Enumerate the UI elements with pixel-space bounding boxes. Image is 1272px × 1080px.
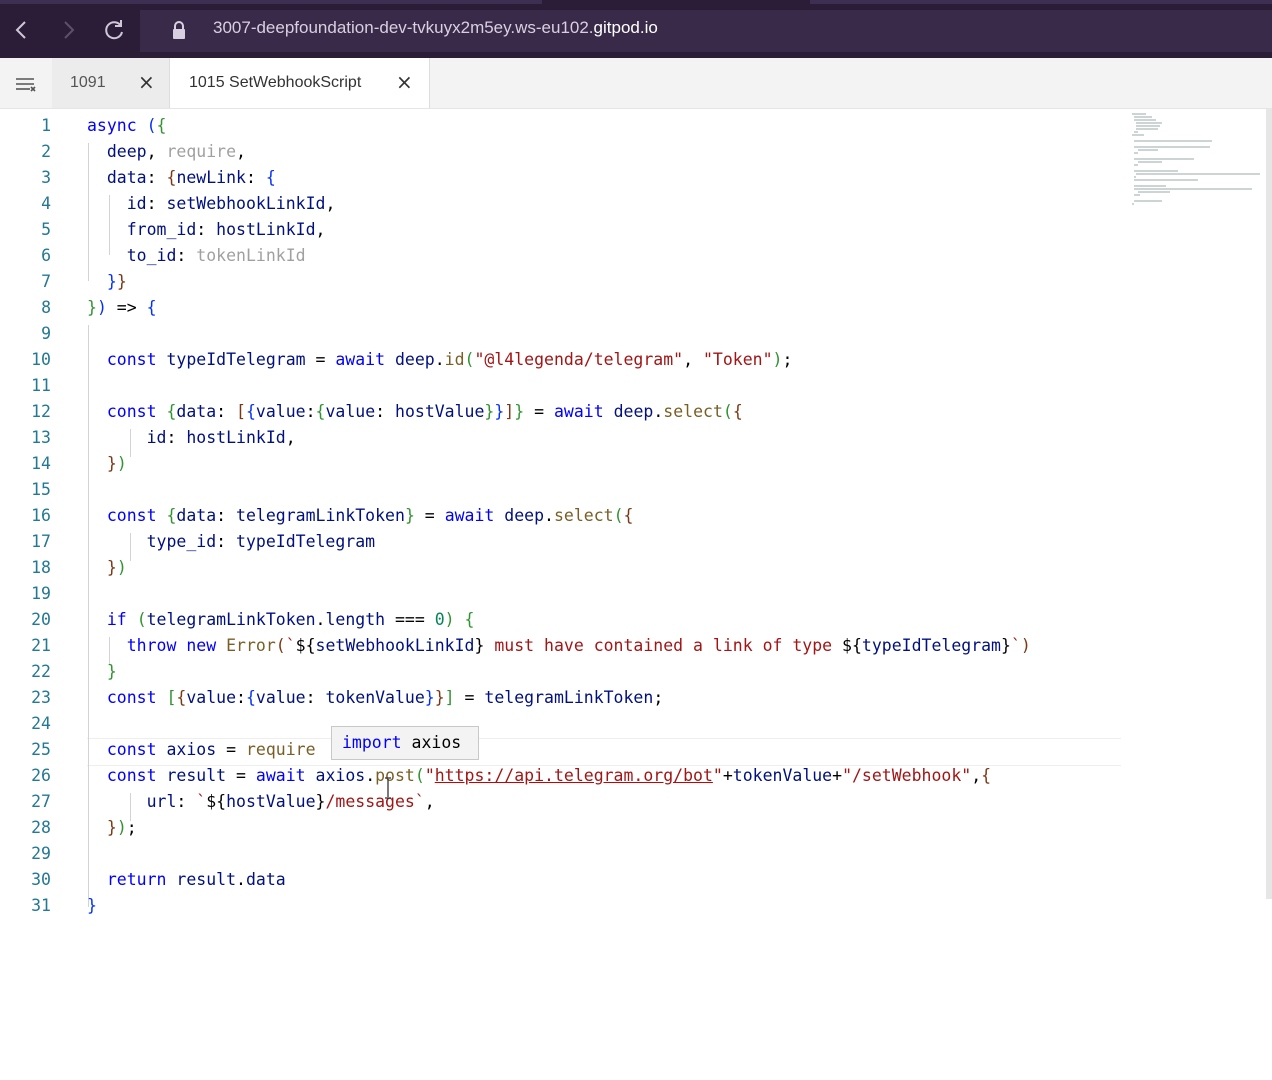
line-number: 16: [31, 506, 51, 525]
lock-icon[interactable]: [172, 21, 186, 39]
code-line: }}: [106, 272, 127, 291]
back-icon[interactable]: [8, 16, 36, 44]
line-number: 31: [31, 896, 51, 915]
line-number: 27: [31, 792, 51, 811]
line-number: 4: [41, 194, 51, 213]
line-number: 10: [31, 350, 51, 369]
code-editor[interactable]: 1 2 3 4 5 6 7 8 9 10 11 12 13 14 15 16 17 18 19 20 21 22 23 24 2…: [0, 109, 1272, 1080]
code-line: }): [106, 454, 127, 473]
line-number: 5: [41, 220, 51, 239]
browser-tab-strip: [810, 0, 1272, 4]
editor-tab-bar: 1091 × 1015 SetWebhookScript ×: [0, 58, 1272, 109]
tab-1091[interactable]: 1091 ×: [52, 58, 170, 108]
url-text[interactable]: 3007-deepfoundation-dev-tvkuyx2m5ey.ws-e…: [213, 18, 658, 38]
line-number: 19: [31, 584, 51, 603]
code-minimap[interactable]: [1122, 109, 1262, 209]
code-line: const typeIdTelegram = await deep.id("@l…: [106, 350, 793, 369]
code-line: url: `${hostValue}/messages`,: [146, 792, 435, 811]
line-number: 15: [31, 480, 51, 499]
code-line: id: hostLinkId,: [146, 428, 296, 447]
code-line: });: [106, 818, 137, 837]
line-number: 20: [31, 610, 51, 629]
vertical-scrollbar[interactable]: [1266, 109, 1272, 899]
line-number: 6: [41, 246, 51, 265]
code-line: }) => {: [87, 298, 157, 317]
line-number: 2: [41, 142, 51, 161]
suggestion-text: axios: [411, 733, 462, 752]
close-icon[interactable]: ×: [396, 70, 413, 94]
line-number: 7: [41, 272, 51, 291]
line-number: 26: [31, 766, 51, 785]
line-number: 23: [31, 688, 51, 707]
line-number: 17: [31, 532, 51, 551]
line-number: 9: [41, 324, 51, 343]
autocomplete-suggestion[interactable]: import axios: [331, 726, 479, 760]
line-number: 21: [31, 636, 51, 655]
line-number: 29: [31, 844, 51, 863]
browser-toolbar: 3007-deepfoundation-dev-tvkuyx2m5ey.ws-e…: [0, 0, 1272, 58]
code-line: const result = await axios.post("https:/…: [106, 766, 992, 785]
code-line: from_id: hostLinkId,: [126, 220, 326, 239]
line-number: 1: [41, 116, 51, 135]
code-line: }: [87, 896, 97, 915]
reload-icon[interactable]: [100, 16, 128, 44]
line-number: 3: [41, 168, 51, 187]
code-line: type_id: typeIdTelegram: [146, 532, 376, 551]
close-icon[interactable]: ×: [138, 70, 155, 94]
code-line: const {data: telegramLinkToken} = await …: [106, 506, 634, 525]
line-number: 24: [31, 714, 51, 733]
line-number: 14: [31, 454, 51, 473]
browser-tab-strip: [0, 0, 542, 4]
code-line: deep, require,: [106, 142, 246, 161]
line-number: 25: [31, 740, 51, 759]
line-number: 18: [31, 558, 51, 577]
line-number: 12: [31, 402, 51, 421]
menu-icon[interactable]: [0, 58, 52, 108]
code-line: }): [106, 558, 127, 577]
tab-setwebhookscript[interactable]: 1015 SetWebhookScript ×: [170, 58, 430, 108]
code-line: id: setWebhookLinkId,: [126, 194, 336, 213]
code-line: const axios = require: [106, 740, 316, 759]
code-line: if (telegramLinkToken.length === 0) {: [106, 610, 475, 629]
tab-label: 1015 SetWebhookScript: [189, 74, 362, 91]
line-number: 8: [41, 298, 51, 317]
line-number: 13: [31, 428, 51, 447]
line-number: 22: [31, 662, 51, 681]
forward-icon[interactable]: [54, 16, 82, 44]
line-number: 28: [31, 818, 51, 837]
line-number: 11: [31, 376, 51, 395]
code-line: async ({: [87, 116, 167, 135]
code-line: const [{value:{value: tokenValue}}] = te…: [106, 688, 664, 707]
code-line: const {data: [{value:{value: hostValue}}…: [106, 402, 743, 421]
code-line: }: [106, 662, 117, 681]
text-cursor-icon: [384, 777, 392, 799]
tab-label: 1091: [70, 74, 106, 91]
code-line: throw new Error(`${setWebhookLinkId} mus…: [126, 636, 1031, 655]
code-line: data: {newLink: {: [106, 168, 276, 187]
line-number: 30: [31, 870, 51, 889]
code-line: to_id: tokenLinkId: [126, 246, 306, 265]
code-line: return result.data: [106, 870, 286, 889]
